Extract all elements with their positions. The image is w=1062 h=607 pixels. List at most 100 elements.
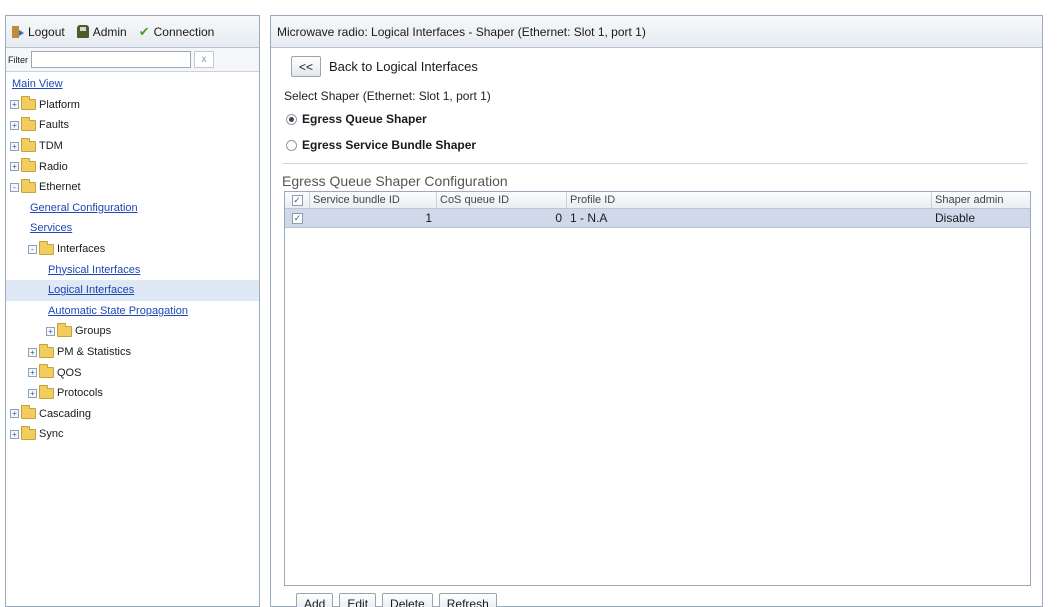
expand-icon[interactable]: + [10, 100, 19, 110]
connection-button[interactable]: ✔ Connection [139, 24, 215, 40]
cell-profile-id: 1 - N.A [570, 211, 608, 225]
tree-item-label[interactable]: General Configuration [30, 202, 138, 214]
filter-bar: Filter x [6, 48, 259, 72]
table-row[interactable]: ✓ 1 0 1 - N.A Disable [285, 209, 1030, 228]
folder-icon [57, 322, 72, 337]
tree-item-tdm[interactable]: + TDM [6, 136, 259, 157]
tree-item-label[interactable]: Physical Interfaces [48, 264, 140, 276]
navigation-pane: Logout Admin ✔ Connection Filter x Main … [5, 15, 260, 607]
back-button[interactable]: << [291, 56, 322, 77]
expand-icon[interactable]: + [28, 368, 37, 378]
tree-item-protocols[interactable]: + Protocols [6, 383, 259, 404]
radio-label: Egress Service Bundle Shaper [302, 138, 477, 152]
expand-icon[interactable]: + [46, 326, 55, 336]
tree-item-services[interactable]: Services [6, 218, 259, 239]
delete-button[interactable]: Delete [382, 593, 433, 607]
tree-item-pm-statistics[interactable]: + PM & Statistics [6, 342, 259, 363]
select-all-checkbox[interactable]: ✓ [291, 194, 303, 206]
cell-service-bundle-id: 1 [425, 211, 432, 225]
table-header: ✓ Service bundle ID CoS queue ID Profile… [285, 192, 1030, 209]
expand-icon[interactable]: + [10, 141, 19, 151]
radio-egress-service-bundle-shaper[interactable]: Egress Service Bundle Shaper [286, 138, 476, 152]
tree-item-platform[interactable]: + Platform [6, 95, 259, 116]
folder-icon [39, 240, 54, 255]
tree-item-label[interactable]: Main View [12, 78, 63, 90]
logout-button[interactable]: Logout [12, 25, 65, 39]
expand-icon[interactable]: + [10, 162, 19, 172]
tree-item-label[interactable]: Services [30, 222, 72, 234]
tree-item-label: Radio [39, 160, 68, 173]
radio-label: Egress Queue Shaper [302, 112, 427, 126]
folder-icon [21, 405, 36, 420]
folder-icon [39, 364, 54, 379]
tree-item-main-view[interactable]: Main View [6, 74, 259, 95]
tree-item-general-configuration[interactable]: General Configuration [6, 198, 259, 219]
content-pane: Microwave radio: Logical Interfaces - Sh… [270, 15, 1043, 607]
radio-button-unchecked[interactable] [286, 139, 297, 151]
filter-input[interactable] [31, 51, 191, 68]
tree-item-logical-interfaces[interactable]: Logical Interfaces [6, 279, 259, 301]
section-title: Egress Queue Shaper Configuration [282, 173, 508, 189]
column-header[interactable]: Profile ID [567, 192, 932, 208]
expand-icon[interactable]: + [28, 388, 37, 398]
expand-icon[interactable]: + [10, 120, 19, 130]
tree-item-label: Sync [39, 428, 64, 441]
folder-icon [21, 137, 36, 152]
tree-item-physical-interfaces[interactable]: Physical Interfaces [6, 259, 259, 280]
folder-icon [21, 425, 36, 440]
tree-item-faults[interactable]: + Faults [6, 115, 259, 136]
select-shaper-label: Select Shaper (Ethernet: Slot 1, port 1) [284, 89, 491, 103]
folder-icon [21, 178, 36, 193]
edit-button[interactable]: Edit [339, 593, 377, 607]
tree-item-label: TDM [39, 140, 63, 153]
cell-shaper-admin: Disable [935, 211, 976, 225]
tree-item-label: Protocols [57, 387, 103, 400]
admin-icon [76, 25, 89, 38]
row-checkbox[interactable]: ✓ [292, 212, 303, 224]
add-button[interactable]: Add [296, 593, 334, 607]
tree-item-label: PM & Statistics [57, 346, 131, 359]
header-select-all-cell: ✓ [285, 192, 310, 208]
folder-icon [39, 343, 54, 358]
divider [283, 163, 1028, 164]
tree-item-radio[interactable]: + Radio [6, 156, 259, 177]
radio-egress-queue-shaper[interactable]: Egress Queue Shaper [286, 112, 427, 126]
tree-item-sync[interactable]: + Sync [6, 424, 259, 445]
column-header[interactable]: CoS queue ID [437, 192, 567, 208]
connection-label: Connection [153, 24, 215, 39]
clear-filter-button[interactable]: x [194, 51, 214, 68]
folder-icon [39, 384, 54, 399]
expand-icon[interactable]: + [10, 409, 19, 419]
tree-item-interfaces[interactable]: - Interfaces [6, 239, 259, 260]
navigation-tree: Main View + Platform + Faults + TDM + Radio - Ethe… [6, 72, 259, 445]
tree-item-qos[interactable]: + QOS [6, 362, 259, 383]
filter-label: Filter [8, 54, 28, 65]
radio-button-checked[interactable] [286, 113, 297, 125]
collapse-icon[interactable]: - [28, 244, 37, 254]
logout-icon [12, 25, 24, 38]
cell-cos-queue-id: 0 [555, 211, 562, 225]
back-row: << Back to Logical Interfaces [291, 56, 478, 77]
admin-button[interactable]: Admin [76, 25, 127, 39]
tree-item-ethernet[interactable]: - Ethernet [6, 177, 259, 198]
expand-icon[interactable]: + [28, 347, 37, 357]
shaper-table: ✓ Service bundle ID CoS queue ID Profile… [284, 191, 1031, 586]
tree-item-label: Cascading [39, 407, 91, 420]
column-header[interactable]: Service bundle ID [310, 192, 437, 208]
tree-item-groups[interactable]: + Groups [6, 321, 259, 342]
tree-item-label[interactable]: Automatic State Propagation [48, 305, 188, 317]
tree-item-automatic-state-propagation[interactable]: Automatic State Propagation [6, 301, 259, 322]
back-to-logical-interfaces-link[interactable]: Back to Logical Interfaces [329, 59, 478, 74]
expand-icon[interactable]: + [10, 429, 19, 439]
folder-icon [21, 158, 36, 173]
tree-item-label[interactable]: Logical Interfaces [48, 284, 134, 296]
column-header[interactable]: Shaper admin [932, 192, 1030, 208]
logout-label: Logout [28, 24, 65, 39]
action-buttons: Add Edit Delete Refresh [296, 593, 497, 607]
collapse-icon[interactable]: - [10, 182, 19, 192]
folder-icon [21, 116, 36, 131]
page-title: Microwave radio: Logical Interfaces - Sh… [271, 16, 1042, 48]
tree-item-cascading[interactable]: + Cascading [6, 404, 259, 425]
refresh-button[interactable]: Refresh [438, 593, 497, 607]
tree-item-label: Groups [75, 325, 112, 338]
